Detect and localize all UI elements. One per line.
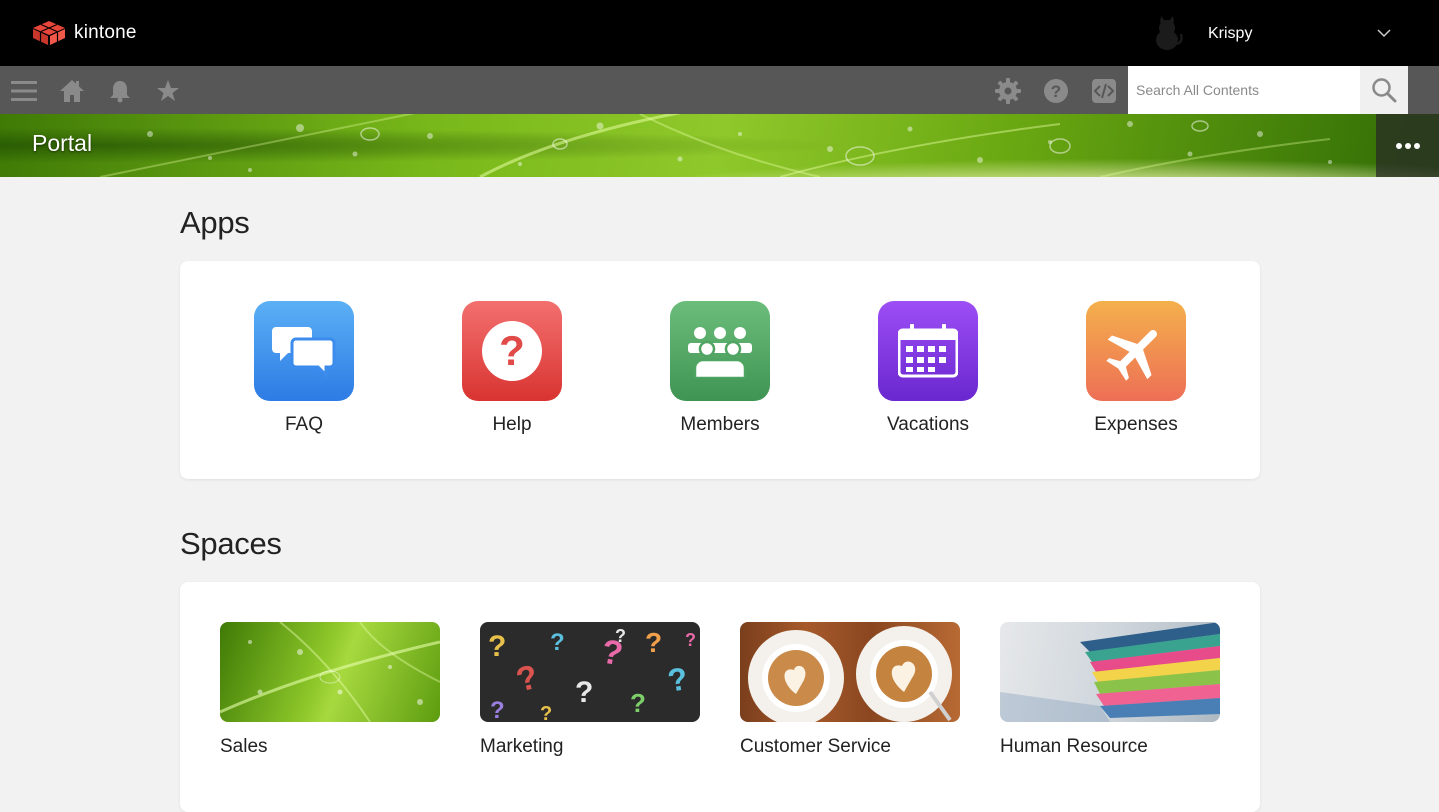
colorful-folders-image: [1000, 622, 1220, 722]
app-vacations[interactable]: Vacations: [848, 301, 1008, 436]
ellipsis-icon: [1395, 142, 1420, 149]
svg-text:?: ?: [630, 688, 646, 718]
apps-card: FAQ ? Help Members Vacations Expenses: [180, 261, 1260, 479]
svg-text:?: ?: [1051, 82, 1061, 101]
bell-icon[interactable]: [107, 78, 133, 104]
app-members[interactable]: Members: [640, 301, 800, 436]
kintone-logo[interactable]: kintone: [32, 20, 137, 46]
question-marks-chalkboard-image: ? ? ? ? ? ? ? ? ? ? ? ?: [480, 622, 700, 722]
portal-banner: Portal: [0, 114, 1439, 177]
app-label: Help: [492, 414, 532, 435]
question-icon: ?: [462, 301, 562, 401]
space-label: Sales: [220, 736, 268, 757]
svg-text:?: ?: [540, 703, 552, 722]
page-title: Portal: [32, 130, 93, 156]
svg-text:?: ?: [575, 676, 593, 709]
search-input[interactable]: [1128, 66, 1360, 114]
top-bar: kintone Krispy: [0, 0, 1439, 66]
group-icon: [670, 301, 770, 401]
search-button[interactable]: [1360, 66, 1408, 114]
app-label: Expenses: [1094, 414, 1178, 435]
star-icon[interactable]: [155, 78, 181, 104]
space-label: Marketing: [480, 736, 564, 757]
user-avatar[interactable]: [1150, 16, 1184, 50]
gear-icon[interactable]: [995, 78, 1021, 104]
kintone-logo-icon: [33, 21, 65, 45]
app-label: Members: [680, 414, 760, 435]
help-icon[interactable]: ?: [1043, 78, 1069, 104]
user-name[interactable]: Krispy: [1208, 25, 1252, 43]
green-leaf-image: [220, 622, 440, 722]
code-icon[interactable]: [1091, 78, 1117, 104]
svg-text:?: ?: [665, 660, 691, 699]
space-marketing[interactable]: ? ? ? ? ? ? ? ? ? ? ? ? Marketing: [480, 622, 700, 758]
space-label: Human Resource: [1000, 736, 1148, 757]
app-expenses[interactable]: Expenses: [1056, 301, 1216, 436]
space-human-resource[interactable]: Human Resource: [1000, 622, 1220, 758]
apps-heading: Apps: [180, 205, 250, 240]
svg-text:?: ?: [512, 658, 542, 700]
svg-text:?: ?: [488, 630, 506, 663]
svg-text:?: ?: [499, 327, 525, 374]
menu-icon[interactable]: [11, 78, 37, 104]
svg-text:?: ?: [615, 626, 626, 646]
svg-text:?: ?: [685, 630, 696, 650]
calendar-icon: [878, 301, 978, 401]
app-help[interactable]: ? Help: [432, 301, 592, 436]
latte-coffee-cups-image: [740, 622, 960, 722]
app-label: Vacations: [886, 414, 970, 435]
svg-text:?: ?: [490, 697, 505, 722]
space-customer-service[interactable]: Customer Service: [740, 622, 960, 758]
app-faq[interactable]: FAQ: [224, 301, 384, 436]
home-icon[interactable]: [59, 78, 85, 104]
spaces-heading: Spaces: [180, 526, 282, 561]
chevron-down-icon[interactable]: [1376, 27, 1392, 39]
banner-leaf-texture: [99, 114, 1332, 177]
svg-text:?: ?: [550, 629, 565, 656]
more-options-button[interactable]: [1376, 114, 1439, 177]
app-label: FAQ: [284, 414, 323, 435]
space-sales[interactable]: Sales: [220, 622, 440, 758]
svg-text:?: ?: [645, 627, 662, 658]
spaces-card: Sales ? ? ? ? ? ? ? ? ? ? ? ? Marketing: [180, 582, 1260, 812]
airplane-icon: [1086, 301, 1186, 401]
brand-name: kintone: [74, 22, 137, 43]
search-icon: [1372, 78, 1397, 103]
space-label: Customer Service: [740, 736, 891, 757]
chat-bubbles-icon: [254, 301, 354, 401]
